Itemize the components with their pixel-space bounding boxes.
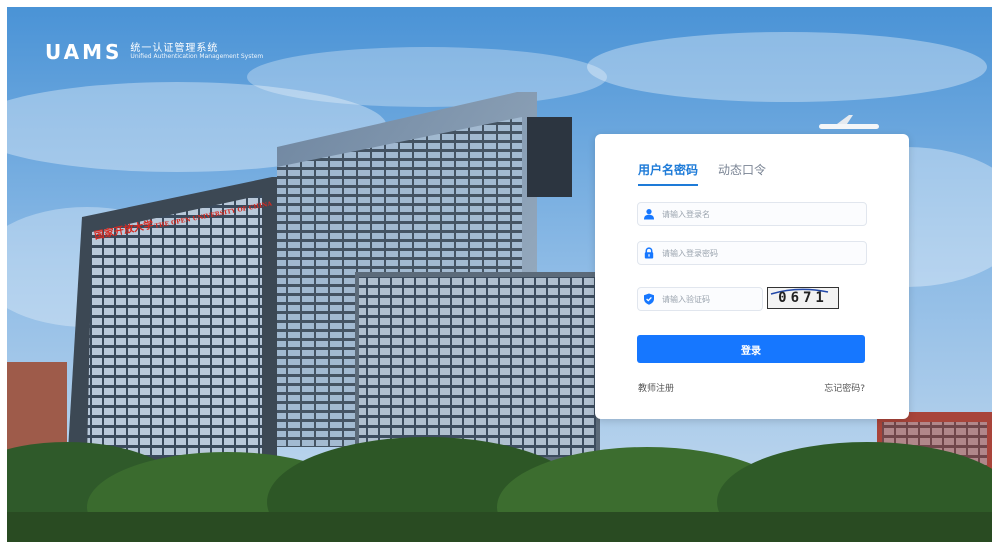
shield-icon (638, 288, 660, 310)
login-button[interactable]: 登录 (637, 335, 865, 363)
password-field (637, 241, 867, 265)
captcha-field (637, 287, 763, 311)
captcha-input[interactable] (660, 288, 760, 310)
username-input[interactable] (660, 203, 854, 225)
system-title-en: Unified Authentication Management System (130, 53, 264, 61)
tab-username-password[interactable]: 用户名密码 (638, 161, 699, 186)
login-page: 国家开放大学 THE OPEN UNIVERSITY OF CHINA UAMS… (7, 7, 992, 542)
forgot-password-link[interactable]: 忘记密码? (824, 381, 865, 394)
tab-dynamic-token[interactable]: 动态口令 (718, 161, 766, 186)
teacher-register-link[interactable]: 教师注册 (638, 381, 674, 394)
username-field (637, 202, 867, 226)
lock-icon (638, 242, 660, 264)
login-tabs: 用户名密码 动态口令 (638, 161, 766, 186)
user-icon (638, 203, 660, 225)
captcha-image[interactable]: 0671 (767, 287, 839, 309)
login-card: 用户名密码 动态口令 0671 登录 教师注册 忘记密码? (595, 134, 909, 419)
logo-text: UAMS (45, 40, 123, 64)
brand-logo: UAMS 统一认证管理系统 Unified Authentication Man… (45, 40, 263, 64)
captcha-text: 0671 (778, 290, 828, 306)
password-input[interactable] (660, 242, 854, 264)
